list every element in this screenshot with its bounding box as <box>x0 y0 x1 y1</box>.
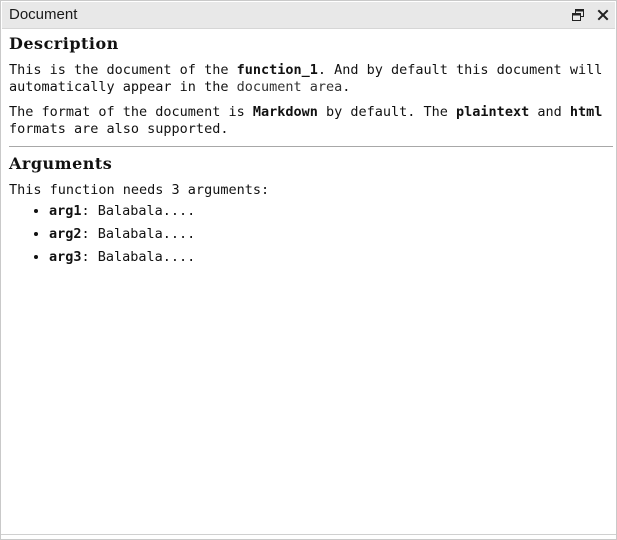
text-segment: formats are also supported. <box>9 121 229 137</box>
argument-name: arg1 <box>49 203 82 219</box>
argument-name: arg3 <box>49 249 82 265</box>
arguments-list: arg1: Balabala.... arg2: Balabala.... ar… <box>9 203 613 266</box>
list-item: arg1: Balabala.... <box>49 203 613 220</box>
restore-window-icon[interactable] <box>569 6 587 24</box>
text-segment: by default. The <box>317 104 457 120</box>
list-item: arg3: Balabala.... <box>49 249 613 266</box>
arguments-heading: Arguments <box>9 154 113 173</box>
argument-description: Balabala.... <box>97 249 196 265</box>
text-segment: . <box>342 79 351 95</box>
text-segment: and <box>529 104 570 120</box>
list-item: arg2: Balabala.... <box>49 226 613 243</box>
separator: : <box>81 249 98 265</box>
argument-description: Balabala.... <box>97 226 196 242</box>
document-area: Description This is the document of the … <box>9 29 613 272</box>
description-paragraph-2: The format of the document is Markdown b… <box>9 104 613 138</box>
separator: : <box>81 203 98 219</box>
panel-bottom-border <box>1 534 616 535</box>
panel-title: Document <box>9 6 78 23</box>
text-segment: This is the document of the <box>9 62 237 78</box>
text-segment: The format of the document is <box>9 104 253 120</box>
format-html: html <box>569 104 603 120</box>
format-plaintext: plaintext <box>456 104 530 120</box>
argument-description: Balabala.... <box>97 203 196 219</box>
inline-code-document-area: document area <box>236 79 343 95</box>
description-heading: Description <box>9 34 119 53</box>
panel-titlebar[interactable]: Document <box>2 2 615 29</box>
argument-name: arg2 <box>49 226 82 242</box>
function-name: function_1 <box>236 62 318 78</box>
format-markdown: Markdown <box>252 104 318 120</box>
description-paragraph-1: This is the document of the function_1. … <box>9 62 613 96</box>
close-icon[interactable] <box>594 6 612 24</box>
separator: : <box>81 226 98 242</box>
document-panel: Document Description This is the documen… <box>0 0 617 540</box>
arguments-intro: This function needs 3 arguments: <box>9 182 270 198</box>
section-divider <box>9 146 613 147</box>
